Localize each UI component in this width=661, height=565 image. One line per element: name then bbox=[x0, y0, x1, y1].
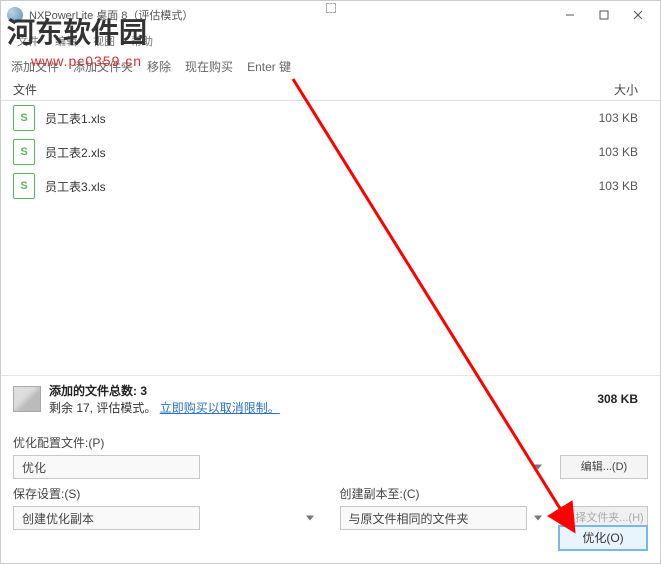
file-row[interactable]: 员工表3.xls 103 KB bbox=[1, 169, 660, 203]
app-logo-icon bbox=[7, 7, 23, 23]
summary-thumb-icon bbox=[13, 386, 41, 412]
xls-file-icon bbox=[13, 139, 35, 165]
file-size: 103 KB bbox=[568, 145, 648, 159]
maximize-button[interactable] bbox=[588, 4, 620, 26]
buy-now-link[interactable]: 立即购买以取消限制。 bbox=[160, 401, 280, 415]
file-name: 员工表2.xls bbox=[45, 144, 568, 161]
optimize-button[interactable]: 优化(O) bbox=[558, 525, 648, 551]
xls-file-icon bbox=[13, 173, 35, 199]
toolbar: 添加文件 添加文件夹 移除 现在购买 Enter 键 bbox=[1, 53, 660, 79]
summary-bar: 添加的文件总数: 3 剩余 17, 评估模式。 立即购买以取消限制。 308 K… bbox=[1, 375, 660, 422]
menubar: 文件 编辑 视图 帮助 bbox=[1, 29, 660, 53]
settings-panel: 优化配置文件:(P) 编辑...(D) 保存设置:(S) 创建副本至:(C) 选… bbox=[1, 422, 660, 540]
window-title: NXPowerLite 桌面 8（评估模式） bbox=[29, 7, 554, 23]
file-size: 103 KB bbox=[568, 179, 648, 193]
total-size: 308 KB bbox=[597, 392, 648, 406]
file-list-header: 文件 大小 bbox=[1, 79, 660, 101]
copy-to-label: 创建副本至:(C) bbox=[340, 485, 649, 502]
column-size[interactable]: 大小 bbox=[568, 81, 648, 98]
column-name[interactable]: 文件 bbox=[13, 81, 568, 98]
file-name: 员工表3.xls bbox=[45, 178, 568, 195]
toolbar-enter-key[interactable]: Enter 键 bbox=[247, 58, 291, 75]
profile-select[interactable] bbox=[13, 455, 200, 479]
toolbar-buy-now[interactable]: 现在购买 bbox=[185, 58, 233, 75]
file-name: 员工表1.xls bbox=[45, 110, 568, 127]
file-size: 103 KB bbox=[568, 111, 648, 125]
xls-file-icon bbox=[13, 105, 35, 131]
trial-remaining: 剩余 17, 评估模式。 bbox=[49, 401, 156, 415]
toolbar-add-folder[interactable]: 添加文件夹 bbox=[73, 58, 133, 75]
menu-edit[interactable]: 编辑 bbox=[49, 33, 83, 49]
copy-to-select[interactable] bbox=[340, 506, 527, 530]
minimize-button[interactable] bbox=[554, 4, 586, 26]
file-row[interactable]: 员工表1.xls 103 KB bbox=[1, 101, 660, 135]
save-settings-select[interactable] bbox=[13, 506, 200, 530]
file-row[interactable]: 员工表2.xls 103 KB bbox=[1, 135, 660, 169]
menu-view[interactable]: 视图 bbox=[87, 33, 121, 49]
menu-file[interactable]: 文件 bbox=[11, 33, 45, 49]
toolbar-remove[interactable]: 移除 bbox=[147, 58, 171, 75]
profile-label: 优化配置文件:(P) bbox=[13, 434, 648, 451]
close-button[interactable] bbox=[622, 4, 654, 26]
save-settings-label: 保存设置:(S) bbox=[13, 485, 322, 502]
file-list: 员工表1.xls 103 KB 员工表2.xls 103 KB 员工表3.xls… bbox=[1, 101, 660, 203]
edit-profile-button[interactable]: 编辑...(D) bbox=[560, 455, 648, 479]
toolbar-add-files[interactable]: 添加文件 bbox=[11, 58, 59, 75]
files-total-count: 添加的文件总数: 3 bbox=[49, 384, 147, 398]
menu-help[interactable]: 帮助 bbox=[125, 33, 159, 49]
